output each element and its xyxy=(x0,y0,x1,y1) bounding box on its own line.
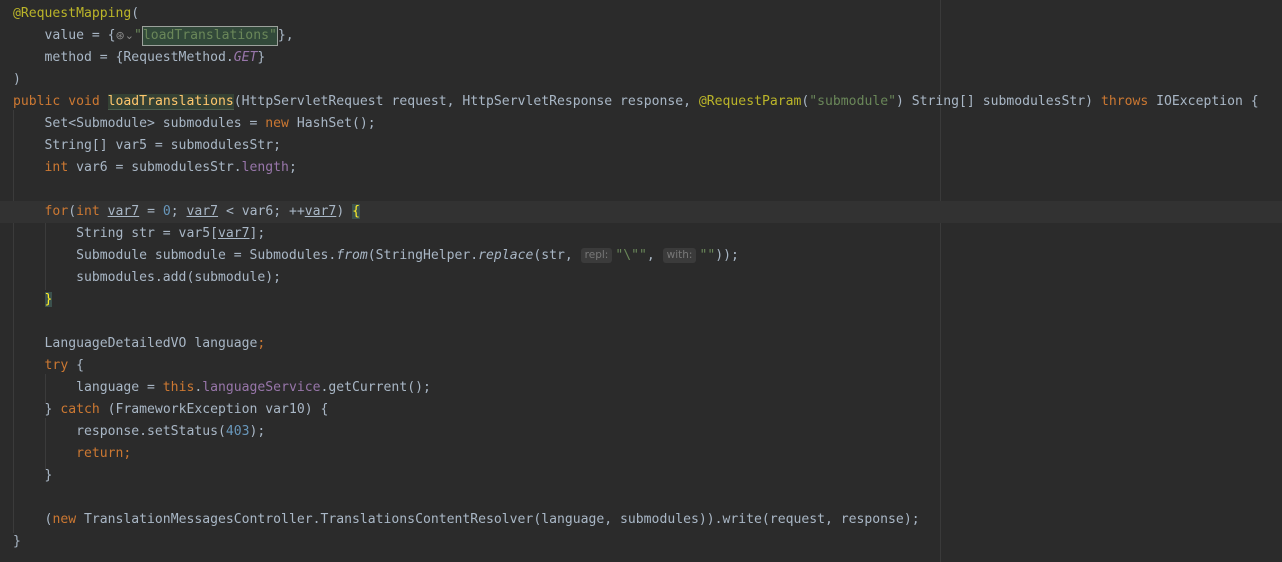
parameter-hint: repl: xyxy=(580,248,613,263)
url-mapping-icon[interactable]: ⊛⌄ xyxy=(116,25,134,47)
code-line: Submodule submodule = Submodules.from(St… xyxy=(76,248,739,263)
annotation: @RequestMapping xyxy=(13,6,132,21)
code-line: method = {RequestMethod.GET} xyxy=(44,50,266,65)
code-line: (new TranslationMessagesController.Trans… xyxy=(44,512,920,527)
code-line: return; xyxy=(76,446,132,461)
code-line: submodules.add(submodule); xyxy=(76,270,282,285)
method-name[interactable]: loadTranslations xyxy=(107,94,234,110)
code-line: } xyxy=(13,534,21,549)
code-line: LanguageDetailedVO language; xyxy=(44,336,266,351)
code-line: } xyxy=(44,468,53,483)
code-editor[interactable]: @RequestMapping( value = {⊛⌄"loadTransla… xyxy=(0,0,1282,562)
code-line: String[] var5 = submodulesStr; xyxy=(44,138,282,153)
code-line: public void loadTranslations(HttpServlet… xyxy=(13,94,1259,110)
matched-brace: { xyxy=(352,204,360,219)
parameter-hint: with: xyxy=(662,248,697,263)
code-line: @RequestMapping( xyxy=(13,6,140,21)
right-margin-guide xyxy=(940,0,941,562)
code-line: value = {⊛⌄"loadTranslations"}, xyxy=(13,25,294,47)
code-line: try { xyxy=(44,358,84,373)
code-line: int var6 = submodulesStr.length; xyxy=(44,160,297,175)
code-line: for(int var7 = 0; var7 < var6; ++var7) { xyxy=(44,204,360,219)
matched-brace: } xyxy=(44,292,53,307)
code-line: language = this.languageService.getCurre… xyxy=(76,380,431,395)
code-line: Set<Submodule> submodules = new HashSet(… xyxy=(44,116,376,131)
code-line: response.setStatus(403); xyxy=(76,424,266,439)
code-line: ) xyxy=(13,72,21,87)
code-line: } xyxy=(13,289,53,311)
code-line: String str = var5[var7]; xyxy=(76,226,266,241)
search-match-highlight: loadTranslations" xyxy=(141,26,278,46)
code-line: } catch (FrameworkException var10) { xyxy=(44,402,329,417)
